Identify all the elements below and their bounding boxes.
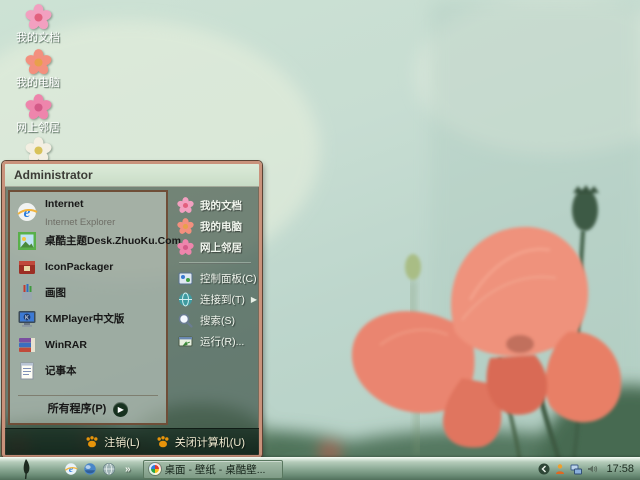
search-icon (177, 312, 194, 329)
network-status-icon[interactable] (570, 463, 582, 475)
collapse-tray-icon[interactable] (538, 463, 550, 475)
network-globe-icon[interactable] (102, 462, 116, 476)
menu-item-title: 画图 (45, 287, 66, 299)
start-menu-footer: 注销(L) 关闭计算机(U) (5, 428, 259, 455)
menu-item-subtitle: Internet Explorer (45, 217, 115, 228)
start-menu-places-panel: 我的文档 我的电脑 网上邻居 控制面板(C) (171, 187, 259, 428)
iconpackager-icon (16, 256, 38, 278)
connect-to-icon (177, 291, 194, 308)
pink-blossom-icon (25, 94, 52, 121)
menu-item-control-panel[interactable]: 控制面板(C) (177, 268, 259, 289)
menu-item-internet[interactable]: e Internet Internet Explorer (12, 195, 164, 228)
divider (18, 395, 158, 396)
menu-item-notepad[interactable]: 记事本 (12, 358, 164, 384)
pink-rose-icon (177, 218, 194, 235)
menu-item-zhuoku-theme[interactable]: 桌酷主题Desk.ZhuoKu.Com (12, 228, 164, 254)
log-off-label: 注销(L) (104, 434, 139, 450)
menu-item-connect-to[interactable]: 连接到(T) ▶ (177, 289, 259, 310)
quick-launch-bar: e » (52, 462, 139, 476)
task-button-label: 桌面 - 壁纸 - 桌酷壁... (165, 462, 266, 477)
system-tray: 17:58 (538, 463, 640, 475)
menu-item-label: 连接到(T) (200, 292, 245, 307)
pink-blossom-icon (177, 239, 194, 256)
submenu-arrow-icon: ▶ (251, 295, 260, 304)
start-menu-pinned-panel: e Internet Internet Explorer 桌酷主题Desk.Zh… (8, 190, 168, 425)
shut-down-label: 关闭计算机(U) (175, 434, 245, 450)
desktop-icon-my-documents[interactable]: 我的文档 (6, 4, 70, 44)
winrar-icon (16, 334, 38, 356)
all-programs-button[interactable]: 所有程序(P) ▶ (12, 398, 164, 420)
svg-text:K: K (25, 315, 29, 321)
start-menu-user: Administrator (5, 164, 259, 187)
menu-item-paint[interactable]: 画图 (12, 280, 164, 306)
log-off-button[interactable]: 注销(L) (85, 434, 139, 450)
menu-item-label: 控制面板(C) (200, 271, 257, 286)
taskbar: e » 桌面 - 壁纸 - 桌酷壁... 17:58 (0, 457, 640, 480)
desktop-icon-network-places[interactable]: 网上邻居 (6, 94, 70, 134)
menu-item-label: 搜索(S) (200, 313, 235, 328)
menu-item-label: 运行(R)... (200, 334, 244, 349)
divider (179, 262, 251, 264)
control-panel-icon (177, 270, 194, 287)
all-programs-label: 所有程序(P) (48, 403, 107, 415)
zhuoku-pinwheel-icon (149, 463, 161, 475)
task-button-wallpaper-window[interactable]: 桌面 - 壁纸 - 桌酷壁... (143, 460, 283, 479)
menu-item-search[interactable]: 搜索(S) (177, 310, 259, 331)
feather-start-icon (17, 459, 35, 479)
volume-icon[interactable] (586, 463, 598, 475)
kmplayer-icon: K (16, 308, 38, 330)
orange-app-icon[interactable] (554, 463, 566, 475)
notepad-icon (16, 360, 38, 382)
menu-item-network-places[interactable]: 网上邻居 (177, 237, 259, 258)
menu-item-label: 我的文档 (200, 198, 242, 213)
menu-item-label: 我的电脑 (200, 219, 242, 234)
desktop: { "desktop": { "icons": [ {"label": "我的文… (0, 0, 640, 480)
internet-explorer-icon: e (16, 201, 38, 223)
pink-flower-icon (177, 197, 194, 214)
show-desktop-icon[interactable] (83, 462, 97, 476)
menu-item-run[interactable]: 运行(R)... (177, 331, 259, 352)
pink-flower-icon (25, 4, 52, 31)
menu-item-kmplayer[interactable]: K KMPlayer中文版 (12, 306, 164, 332)
desktop-icon-my-computer[interactable]: 我的电脑 (6, 49, 70, 89)
start-button[interactable] (0, 458, 52, 480)
menu-item-my-computer[interactable]: 我的电脑 (177, 216, 259, 237)
paw-icon (156, 435, 170, 449)
menu-item-iconpackager[interactable]: IconPackager (12, 254, 164, 280)
svg-text:e: e (24, 205, 31, 221)
pink-rose-icon (25, 49, 52, 76)
menu-item-winrar[interactable]: WinRAR (12, 332, 164, 358)
desktop-icon-label: 网上邻居 (6, 122, 70, 134)
menu-item-title: WinRAR (45, 339, 87, 351)
desktop-icon-label: 我的电脑 (6, 77, 70, 89)
spacer (12, 384, 164, 393)
internet-explorer-icon[interactable]: e (64, 462, 78, 476)
menu-item-my-documents[interactable]: 我的文档 (177, 195, 259, 216)
quick-launch-overflow-chevron[interactable]: » (121, 464, 135, 475)
start-menu: Administrator e Internet Internet Explor… (2, 161, 262, 458)
shut-down-button[interactable]: 关闭计算机(U) (156, 434, 245, 450)
menu-item-label: 网上邻居 (200, 240, 242, 255)
menu-item-title: IconPackager (45, 261, 113, 273)
all-programs-arrow-icon: ▶ (113, 402, 128, 417)
paint-icon (16, 282, 38, 304)
white-flower-icon (25, 137, 52, 164)
desktop-icon-label: 我的文档 (6, 32, 70, 44)
taskbar-clock: 17:58 (602, 463, 634, 475)
menu-item-title: Internet (45, 198, 84, 210)
menu-item-title: KMPlayer中文版 (45, 313, 124, 325)
menu-item-title: 记事本 (45, 365, 77, 377)
menu-item-title: 桌酷主题Desk.ZhuoKu.Com (45, 235, 181, 247)
paw-icon (85, 435, 99, 449)
run-icon (177, 333, 194, 350)
zhuoku-theme-icon (16, 230, 38, 252)
